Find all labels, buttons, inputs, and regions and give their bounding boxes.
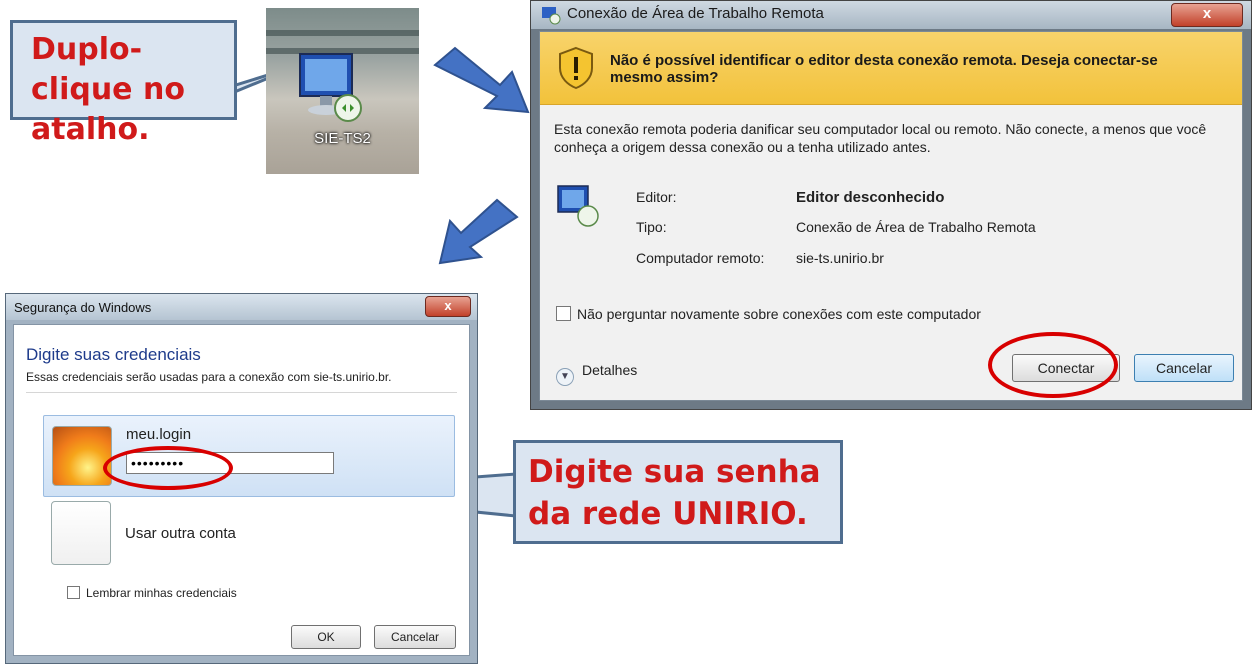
editor-value: Editor desconhecido [796, 189, 945, 206]
remember-label: Lembrar minhas credenciais [86, 586, 237, 600]
dialog-titlebar: Conexão de Área de Trabalho Remota x [531, 1, 1251, 29]
arrow-right-icon [433, 46, 530, 114]
use-other-account-label[interactable]: Usar outra conta [125, 525, 236, 542]
fence-rail [266, 30, 419, 36]
checkbox-box[interactable] [67, 586, 80, 599]
remote-desktop-dialog: Conexão de Área de Trabalho Remota x Não… [530, 0, 1252, 410]
arrow-down-left-icon [438, 198, 519, 265]
details-toggle[interactable]: ▼ Detalhes [556, 362, 637, 386]
remote-computer-label: Computador remoto: [636, 250, 765, 266]
avatar [52, 426, 112, 486]
checkbox-box[interactable] [556, 306, 571, 321]
other-account-avatar[interactable] [51, 501, 111, 565]
username-label: meu.login [126, 426, 192, 443]
remote-desktop-icon [557, 185, 599, 227]
type-value: Conexão de Área de Trabalho Remota [796, 219, 1036, 235]
warning-banner: Não é possível identificar o editor dest… [540, 32, 1242, 105]
warning-text: Não é possível identificar o editor dest… [610, 52, 1158, 86]
remember-credentials-checkbox[interactable]: Lembrar minhas credenciais [67, 586, 237, 600]
remote-desktop-icon [542, 7, 561, 25]
connect-highlight-ellipse [988, 332, 1118, 398]
warning-shield-icon [559, 46, 593, 90]
enter-password-callout-text: Digite sua senha da rede UNIRIO. [528, 454, 821, 532]
windows-security-dialog: Segurança do Windows x Digite suas crede… [5, 293, 478, 664]
close-button[interactable]: x [425, 296, 471, 317]
type-label: Tipo: [636, 219, 667, 235]
editor-label: Editor: [636, 189, 677, 205]
cancel-button[interactable]: Cancelar [374, 625, 456, 649]
remote-desktop-icon [299, 53, 362, 122]
enter-password-callout: Digite sua senha da rede UNIRIO. [513, 440, 843, 544]
checkbox-label: Não perguntar novamente sobre conexões c… [577, 306, 981, 322]
close-button[interactable]: x [1171, 3, 1243, 27]
chevron-down-icon[interactable]: ▼ [556, 368, 574, 386]
credentials-heading: Digite suas credenciais [26, 345, 201, 364]
cancel-button[interactable]: Cancelar [1134, 354, 1234, 382]
desktop-shortcut[interactable]: SIE-TS2 [266, 8, 419, 174]
double-click-callout: Duplo-clique no atalho. [10, 20, 237, 147]
dialog-titlebar: Segurança do Windows x [6, 294, 477, 320]
user-tile[interactable]: meu.login ••••••••• [43, 415, 455, 497]
remote-computer-value: sie-ts.unirio.br [796, 250, 884, 266]
details-label: Detalhes [582, 362, 638, 378]
dialog-title: Segurança do Windows [14, 300, 152, 315]
credentials-subtitle: Essas credenciais serão usadas para a co… [26, 370, 392, 384]
ok-button[interactable]: OK [291, 625, 361, 649]
divider [26, 392, 457, 393]
dialog-body: Não é possível identificar o editor dest… [539, 31, 1243, 401]
dialog-body: Digite suas credenciais Essas credenciai… [13, 324, 470, 656]
password-highlight-ellipse [103, 446, 233, 490]
shortcut-label: SIE-TS2 [314, 130, 371, 147]
dont-ask-again-checkbox[interactable]: Não perguntar novamente sobre conexões c… [556, 306, 981, 322]
warning-description: Esta conexão remota poderia danificar se… [554, 121, 1207, 155]
dialog-title: Conexão de Área de Trabalho Remota [567, 5, 824, 22]
